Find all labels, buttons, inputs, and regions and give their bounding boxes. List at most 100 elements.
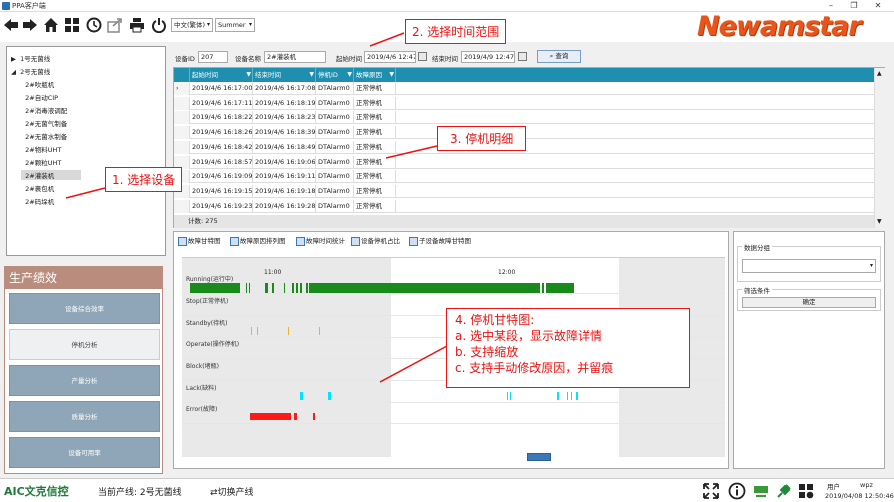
query-button[interactable]: ⌕ 查询 bbox=[537, 50, 581, 63]
tree-item-device[interactable]: 2#码垛机 bbox=[21, 196, 54, 206]
row-indicator[interactable] bbox=[174, 199, 190, 213]
print-icon[interactable] bbox=[129, 17, 145, 33]
forward-icon[interactable] bbox=[22, 17, 38, 33]
tree-item-device[interactable]: 2#自动CIP bbox=[21, 92, 58, 102]
gantt-segment[interactable] bbox=[542, 283, 544, 293]
filter-icon[interactable]: ▼ bbox=[347, 68, 352, 82]
tab-subdevice-gantt[interactable]: 子设备故障甘特图 bbox=[409, 235, 471, 247]
gantt-segment[interactable] bbox=[249, 283, 250, 293]
gantt-segment[interactable] bbox=[251, 327, 252, 335]
row-indicator[interactable] bbox=[174, 140, 190, 154]
gantt-segment[interactable] bbox=[567, 392, 568, 400]
quality-analysis-button[interactable]: 质量分析 bbox=[9, 401, 160, 432]
table-row[interactable]: 2019/4/6 16:17:11 2019/4/6 16:18:19 DTAlar… bbox=[174, 96, 874, 110]
tree-item-line2[interactable]: ◢ 2号无菌线 bbox=[11, 66, 50, 76]
tree-item-device[interactable]: 2#颗粒UHT bbox=[21, 157, 61, 167]
table-row[interactable]: 2019/4/6 16:19:15 2019/4/6 16:19:18 DTAlar… bbox=[174, 184, 874, 198]
tree-item-device[interactable]: 2#无菌气制备 bbox=[21, 118, 67, 128]
collapse-icon[interactable]: ◢ bbox=[11, 68, 16, 76]
gantt-segment[interactable] bbox=[328, 392, 331, 400]
table-scrollbar[interactable]: ▲ ▼ bbox=[874, 68, 885, 228]
filter-icon[interactable]: ▼ bbox=[389, 68, 394, 82]
gantt-segment[interactable] bbox=[265, 283, 268, 293]
tab-fault-gantt[interactable]: 故障甘特图 bbox=[178, 235, 221, 247]
settings-icon[interactable] bbox=[797, 482, 815, 500]
group-select[interactable]: ▾ bbox=[742, 259, 876, 273]
gantt-segment[interactable] bbox=[296, 283, 298, 293]
row-indicator[interactable] bbox=[174, 111, 190, 125]
oee-button[interactable]: 设备综合效率 bbox=[9, 293, 160, 324]
gantt-segment[interactable] bbox=[257, 327, 258, 335]
tree-item-device[interactable]: 2#消毒液调配 bbox=[21, 105, 67, 115]
gantt-segment[interactable] bbox=[294, 413, 297, 420]
gantt-segment[interactable] bbox=[507, 392, 508, 400]
gantt-scroll-thumb[interactable] bbox=[527, 453, 551, 461]
history-icon[interactable] bbox=[86, 17, 102, 33]
tree-item-device-selected[interactable]: 2#灌装机 bbox=[21, 170, 81, 180]
gantt-segment[interactable] bbox=[288, 327, 289, 335]
gantt-segment[interactable] bbox=[571, 392, 572, 400]
tree-item-device[interactable]: 2#无菌水制备 bbox=[21, 131, 67, 141]
gantt-segment[interactable] bbox=[557, 392, 559, 400]
gantt-segment[interactable] bbox=[313, 413, 315, 420]
switch-line-button[interactable]: ⇄切换产线 bbox=[210, 485, 254, 498]
filter-icon[interactable]: ▼ bbox=[309, 68, 314, 82]
theme-select[interactable]: Summer ▾ bbox=[215, 18, 255, 32]
gantt-segment[interactable] bbox=[576, 392, 578, 400]
gantt-segment[interactable] bbox=[319, 327, 320, 335]
tab-downtime-share[interactable]: 设备停机占比 bbox=[351, 235, 400, 247]
tree-item-device[interactable]: 2#物料UHT bbox=[21, 144, 61, 154]
gantt-segment[interactable] bbox=[272, 283, 274, 293]
start-time-field[interactable]: 2019/4/6 12:47 bbox=[364, 51, 416, 63]
scroll-up-icon[interactable]: ▲ bbox=[877, 70, 882, 77]
end-time-field[interactable]: 2019/4/9 12:47 bbox=[461, 51, 515, 63]
tree-item-device[interactable]: 2#吹瓶机 bbox=[21, 79, 54, 89]
output-analysis-button[interactable]: 产量分析 bbox=[9, 365, 160, 396]
gantt-segment[interactable] bbox=[306, 283, 308, 293]
export-icon[interactable] bbox=[107, 17, 123, 33]
home-icon[interactable] bbox=[43, 17, 59, 33]
device-id-field[interactable]: 207 bbox=[198, 51, 228, 63]
tab-fault-time[interactable]: 故障时间统计 bbox=[296, 235, 345, 247]
tree-item-line1[interactable]: ▶ 1号无菌线 bbox=[11, 53, 50, 63]
fullscreen-icon[interactable] bbox=[702, 482, 720, 500]
gantt-segment[interactable] bbox=[309, 283, 540, 293]
table-row[interactable]: 2019/4/6 16:18:57 2019/4/6 16:19:06 DTAlar… bbox=[174, 155, 874, 169]
calendar-icon[interactable] bbox=[518, 52, 527, 61]
row-indicator[interactable] bbox=[174, 96, 190, 110]
gantt-segment[interactable] bbox=[246, 283, 247, 293]
table-row[interactable]: 2019/4/6 16:18:22 2019/4/6 16:18:23 DTAlar… bbox=[174, 111, 874, 125]
language-select[interactable]: 中文(繁体) ▾ bbox=[171, 18, 213, 32]
filter-icon[interactable]: ▼ bbox=[246, 68, 251, 82]
plug-icon[interactable] bbox=[775, 482, 793, 500]
table-row[interactable]: › 2019/4/6 16:17:00 2019/4/6 16:17:08 DTAla… bbox=[174, 82, 874, 95]
confirm-button[interactable]: 确定 bbox=[742, 297, 876, 308]
close-button[interactable]: ✕ bbox=[867, 0, 889, 12]
downtime-analysis-button[interactable]: 停机分析 bbox=[9, 329, 160, 360]
tab-pareto[interactable]: 故障原因排列图 bbox=[230, 235, 286, 247]
col-header-end[interactable]: 结束时间 ▼ bbox=[253, 68, 316, 82]
col-header-start[interactable]: 起始时间 ▼ bbox=[190, 68, 253, 82]
gantt-segment[interactable] bbox=[284, 283, 285, 293]
col-header-reason[interactable]: 故障原因 ▼ bbox=[354, 68, 396, 82]
table-row[interactable]: 2019/4/6 16:19:23 2019/4/6 16:19:28 DTAlar… bbox=[174, 199, 874, 213]
row-indicator[interactable] bbox=[174, 126, 190, 140]
grid-icon[interactable] bbox=[64, 17, 80, 33]
availability-button[interactable]: 设备可用率 bbox=[9, 437, 160, 468]
scroll-down-icon[interactable]: ▼ bbox=[877, 218, 882, 225]
col-header-stop-id[interactable]: 停机ID ▼ bbox=[316, 68, 354, 82]
gantt-segment[interactable] bbox=[546, 283, 574, 293]
gantt-segment[interactable] bbox=[300, 392, 303, 400]
gantt-segment[interactable] bbox=[510, 392, 511, 400]
power-icon[interactable] bbox=[151, 17, 167, 33]
back-icon[interactable] bbox=[3, 17, 19, 33]
gantt-segment[interactable] bbox=[260, 413, 291, 420]
expand-icon[interactable]: ▶ bbox=[11, 55, 16, 63]
gantt-segment[interactable] bbox=[292, 283, 294, 293]
gantt-segment[interactable] bbox=[300, 283, 302, 293]
network-icon[interactable] bbox=[752, 482, 770, 500]
gantt-segment[interactable] bbox=[190, 283, 240, 293]
table-row[interactable]: 2019/4/6 16:19:09 2019/4/6 16:19:11 DTAlar… bbox=[174, 170, 874, 184]
tree-item-device[interactable]: 2#裹包机 bbox=[21, 183, 54, 193]
row-indicator[interactable]: › bbox=[174, 82, 190, 95]
